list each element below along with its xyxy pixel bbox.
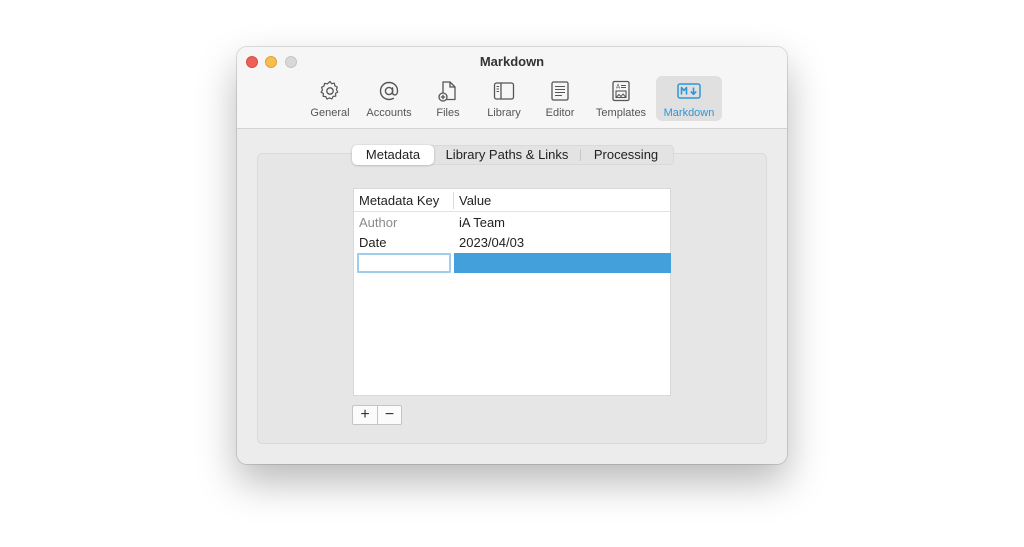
toolbar-label-general: General <box>310 107 350 119</box>
file-add-icon <box>438 81 456 102</box>
key-edit-field[interactable] <box>357 253 451 273</box>
tab-processing[interactable]: Processing <box>581 145 671 165</box>
toolbar-label-library: Library <box>487 107 521 119</box>
toolbar-item-library[interactable]: Library <box>481 76 527 121</box>
toolbar-label-templates: Templates <box>595 107 647 119</box>
column-header-value[interactable]: Value <box>459 193 491 208</box>
document-lines-icon <box>551 81 569 101</box>
preferences-window: Markdown General Accounts Files Library … <box>237 47 787 464</box>
gear-icon <box>320 80 339 100</box>
window-title: Markdown <box>479 54 545 69</box>
row-value[interactable]: iA Team <box>459 215 505 230</box>
toolbar-item-files[interactable]: Files <box>428 76 468 121</box>
row-key[interactable]: Author <box>359 215 397 230</box>
tab-library-paths-links[interactable]: Library Paths & Links <box>434 145 580 165</box>
template-icon: A <box>612 80 630 102</box>
toolbar-item-markdown[interactable]: Markdown <box>656 76 722 121</box>
toolbar-label-accounts: Accounts <box>366 107 412 119</box>
tab-segmented-control: Metadata Library Paths & Links Processin… <box>352 145 674 165</box>
toolbar-item-templates[interactable]: A Templates <box>591 76 651 121</box>
column-divider[interactable] <box>453 192 454 209</box>
toolbar-item-accounts[interactable]: Accounts <box>361 76 417 121</box>
add-remove-buttons: + − <box>352 405 402 425</box>
row-key[interactable]: Date <box>359 235 386 250</box>
table-row-selected[interactable] <box>354 253 671 273</box>
markdown-icon <box>677 83 701 99</box>
title-bar: Markdown General Accounts Files Library … <box>237 47 787 129</box>
svg-text:A: A <box>616 84 621 91</box>
table-row[interactable]: Author iA Team <box>354 213 670 233</box>
row-value[interactable]: 2023/04/03 <box>459 235 524 250</box>
toolbar-label-editor: Editor <box>545 107 575 119</box>
toolbar-item-editor[interactable]: Editor <box>540 76 580 121</box>
add-button[interactable]: + <box>353 406 377 424</box>
tab-metadata[interactable]: Metadata <box>352 145 434 165</box>
table-row[interactable]: Date 2023/04/03 <box>354 233 670 253</box>
column-header-key[interactable]: Metadata Key <box>359 193 439 208</box>
at-icon <box>379 81 399 101</box>
selected-value-cell[interactable] <box>454 253 671 273</box>
toolbar-item-general[interactable]: General <box>305 76 355 121</box>
sidebar-icon <box>493 82 515 100</box>
toolbar-label-files: Files <box>436 107 460 119</box>
metadata-table: Metadata Key Value Author iA Team Date 2… <box>353 188 671 396</box>
remove-button[interactable]: − <box>377 406 401 424</box>
toolbar-label-markdown: Markdown <box>663 107 715 119</box>
table-header: Metadata Key Value <box>354 189 670 212</box>
